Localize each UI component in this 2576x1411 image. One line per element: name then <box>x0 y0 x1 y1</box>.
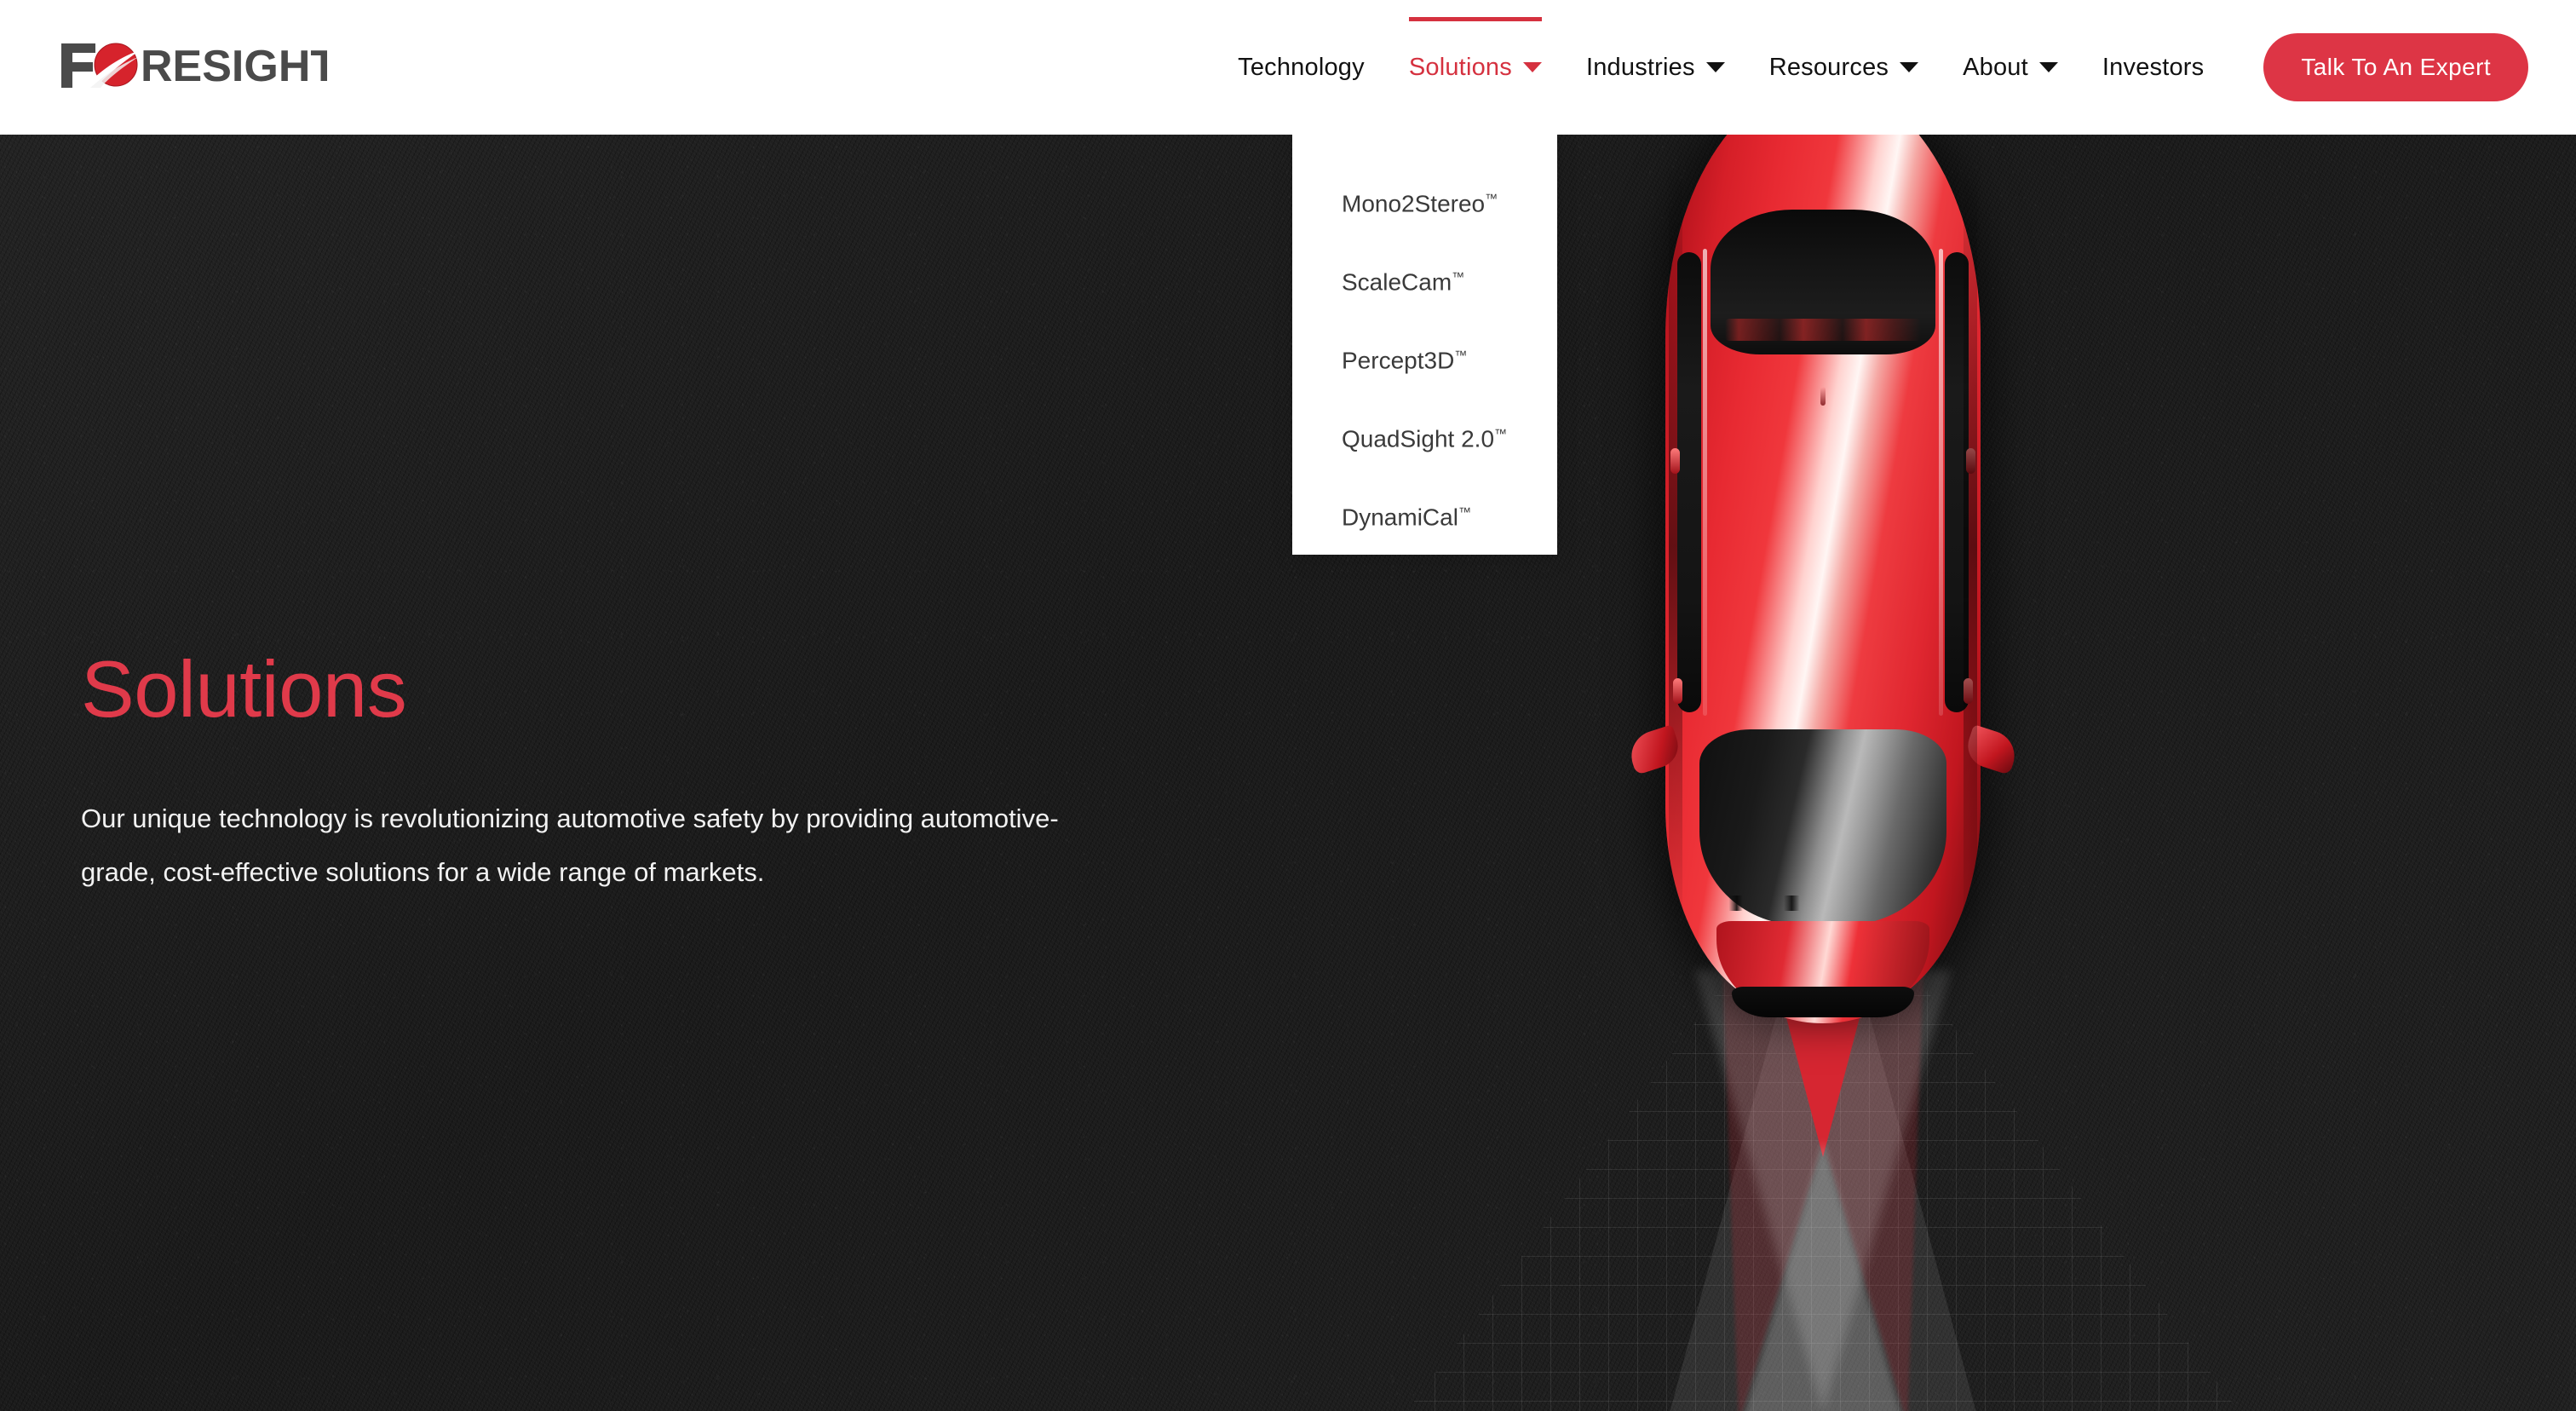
chevron-down-icon <box>1522 62 1542 72</box>
chevron-down-icon <box>2038 62 2058 72</box>
nav-label: Resources <box>1768 53 1889 81</box>
car-door-handle <box>1673 678 1682 704</box>
car-trim-right <box>1939 249 1943 716</box>
trademark-icon: ™ <box>1485 192 1498 206</box>
nav-item-investors[interactable]: Investors <box>2080 0 2226 135</box>
hero-copy: Solutions Our unique technology is revol… <box>81 644 1171 900</box>
nav-item-resources[interactable]: Resources <box>1747 0 1941 135</box>
dropdown-item-quadsight-2-0[interactable]: QuadSight 2.0™ <box>1292 395 1557 474</box>
trademark-icon: ™ <box>1494 427 1508 441</box>
car-trim-left <box>1703 249 1707 716</box>
dropdown-item-label: QuadSight 2.0 <box>1342 425 1495 452</box>
active-indicator <box>1408 17 1542 21</box>
nav-label: Solutions <box>1408 53 1512 81</box>
nav-item-industries[interactable]: Industries <box>1564 0 1747 135</box>
car-illustration <box>1624 82 2021 1023</box>
brand-logo[interactable]: RESIGHT <box>58 37 327 92</box>
car-wipers <box>1725 896 1921 911</box>
dropdown-item-mono2stereo[interactable]: Mono2Stereo™ <box>1292 160 1557 239</box>
trademark-icon: ™ <box>1452 270 1465 285</box>
sensor-narrow-beam-icon <box>1742 1140 1904 1411</box>
main-navigation: Technology Solutions Industries Resource… <box>1216 0 2576 135</box>
solutions-dropdown-menu[interactable]: Mono2Stereo™ ScaleCam™ Percept3D™ QuadSi… <box>1292 99 1557 555</box>
car-antenna-fin <box>1820 387 1826 406</box>
page-title: Solutions <box>81 644 407 734</box>
foresight-logo-icon: RESIGHT <box>61 42 327 91</box>
car-door-handle <box>1670 448 1680 474</box>
dropdown-item-label: ScaleCam <box>1342 268 1452 296</box>
dropdown-item-label: Percept3D <box>1342 347 1455 374</box>
hero-subtitle: Our unique technology is revolutionizing… <box>81 803 1059 888</box>
car-window-right <box>1945 251 1969 713</box>
site-header: RESIGHT Technology Solutions Industries … <box>0 0 2576 135</box>
page-root: Solutions Our unique technology is revol… <box>0 0 2576 1411</box>
nav-item-about[interactable]: About <box>1941 0 2080 135</box>
car-mirror-left <box>1624 724 1684 775</box>
chevron-down-icon <box>1705 62 1725 72</box>
chevron-down-icon <box>1900 62 1919 72</box>
dropdown-item-scalecam[interactable]: ScaleCam™ <box>1292 239 1557 317</box>
nav-label: Investors <box>2102 53 2205 81</box>
trademark-icon: ™ <box>1454 348 1468 363</box>
car-front-grille <box>1732 987 1914 1017</box>
car-mirror-right <box>1962 724 2021 775</box>
talk-to-an-expert-button[interactable]: Talk To An Expert <box>2263 33 2528 101</box>
car-door-handle <box>1966 448 1975 474</box>
dropdown-item-label: DynamiCal <box>1342 504 1458 531</box>
dropdown-item-dynamical[interactable]: DynamiCal™ <box>1292 474 1557 552</box>
dropdown-item-percept3d[interactable]: Percept3D™ <box>1292 317 1557 395</box>
dropdown-item-label: Mono2Stereo <box>1342 190 1486 217</box>
car-window-left <box>1677 251 1701 713</box>
svg-text:RESIGHT: RESIGHT <box>141 42 327 91</box>
car-rear-deck-reflection <box>1725 319 1921 341</box>
car-door-handle <box>1964 678 1973 704</box>
nav-label: Industries <box>1585 53 1695 81</box>
nav-item-technology[interactable]: Technology <box>1216 0 1387 135</box>
nav-label: About <box>1963 53 2028 81</box>
trademark-icon: ™ <box>1458 505 1472 520</box>
nav-label: Technology <box>1238 53 1365 81</box>
nav-item-solutions[interactable]: Solutions <box>1387 0 1564 135</box>
